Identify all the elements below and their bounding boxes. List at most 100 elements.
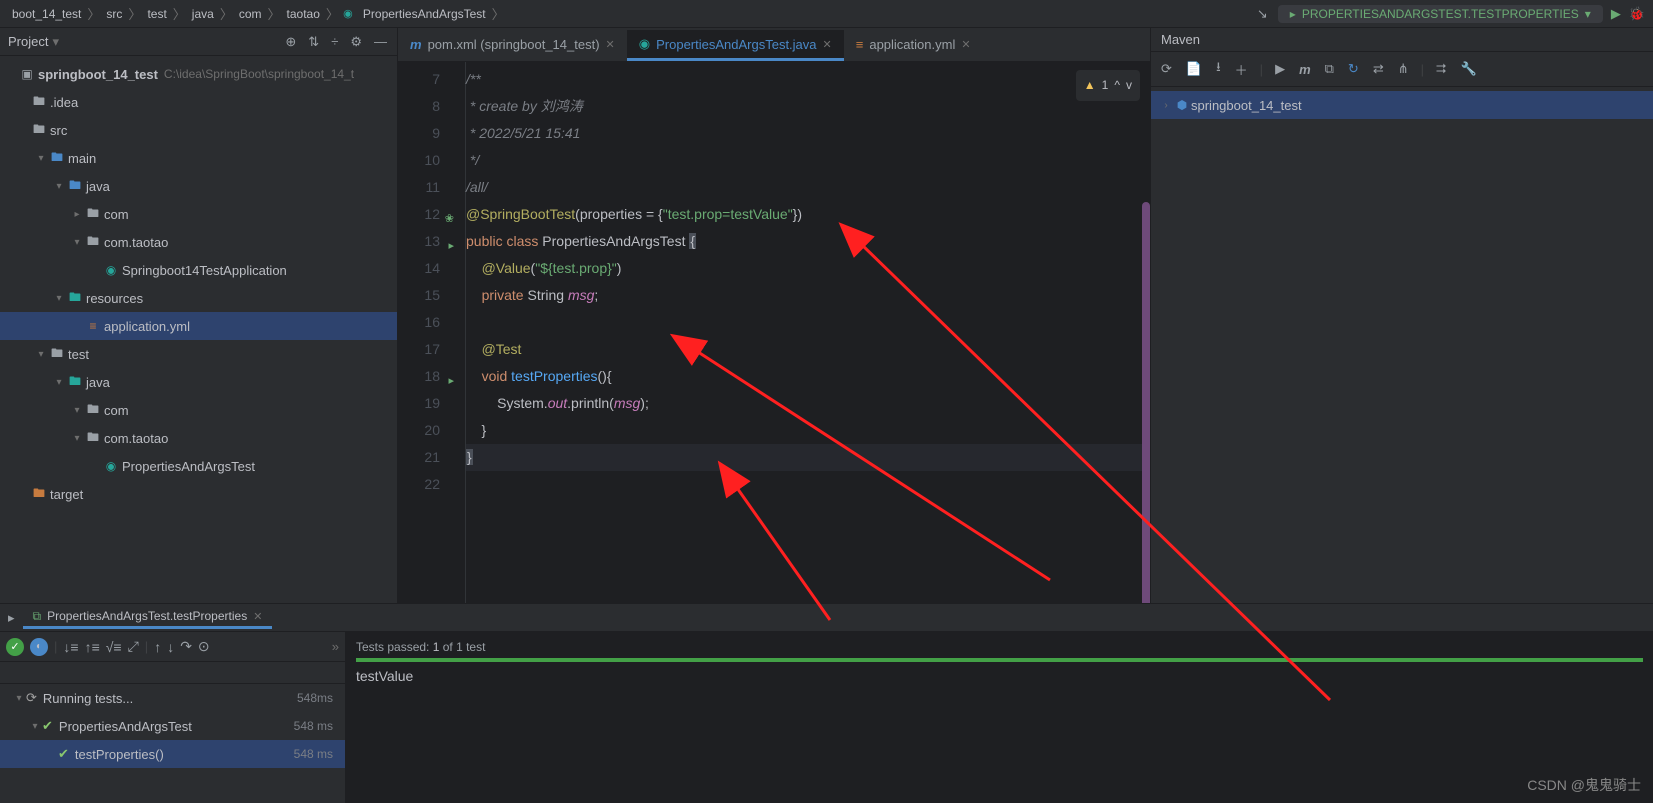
- folder-icon: 🖿: [84, 232, 102, 253]
- code-line[interactable]: @SpringBootTest(properties = {"test.prop…: [466, 201, 1150, 228]
- export-icon[interactable]: ↷: [180, 638, 192, 655]
- debug-button[interactable]: 🐞: [1629, 6, 1645, 22]
- code-line[interactable]: public class PropertiesAndArgsTest {: [466, 228, 1150, 255]
- close-icon[interactable]: ✕: [253, 610, 262, 623]
- close-icon[interactable]: ✕: [823, 38, 832, 51]
- chevron-down-icon[interactable]: v: [1126, 72, 1132, 99]
- tree-item[interactable]: ▾🖿com.taotao: [0, 228, 397, 256]
- run-tab[interactable]: ⧉ PropertiesAndArgsTest.testProperties ✕: [23, 607, 273, 629]
- test-output[interactable]: Tests passed: 1 of 1 test testValue: [346, 632, 1653, 803]
- gear-icon[interactable]: ⚙: [348, 32, 364, 52]
- test-row[interactable]: ▾⟳Running tests...548ms: [0, 684, 345, 712]
- test-row[interactable]: ▾✔PropertiesAndArgsTest548 ms: [0, 712, 345, 740]
- tree-item[interactable]: ▾🖿java: [0, 172, 397, 200]
- hide-icon[interactable]: —: [372, 32, 389, 51]
- tree-item[interactable]: ▾🖿com: [0, 396, 397, 424]
- more-icon[interactable]: »: [332, 639, 339, 654]
- project-header-label[interactable]: Project: [8, 34, 48, 49]
- sort-down-icon[interactable]: ↓≡: [63, 639, 78, 655]
- tree-item[interactable]: ▾🖿resources: [0, 284, 397, 312]
- chevron-down-icon[interactable]: ▾: [48, 34, 59, 50]
- tree-item[interactable]: ▾🖿com.taotao: [0, 424, 397, 452]
- tree-item[interactable]: ▾🖿test: [0, 340, 397, 368]
- inspections-widget[interactable]: ▲ 1 ^ v: [1076, 70, 1140, 101]
- toggle-offline-icon[interactable]: ⧉: [1323, 59, 1336, 79]
- code-line[interactable]: /all/: [466, 174, 1150, 201]
- maven-project-row[interactable]: › ⬢ springboot_14_test: [1151, 91, 1653, 119]
- toggle-auto-icon[interactable]: ◐: [30, 638, 48, 656]
- code-line[interactable]: @Test: [466, 336, 1150, 363]
- code-line[interactable]: @Value("${test.prop}"): [466, 255, 1150, 282]
- expand-icon[interactable]: ⇅: [306, 32, 321, 52]
- chevron-up-icon[interactable]: ^: [1114, 72, 1120, 99]
- rerun-tests-icon[interactable]: ✓: [6, 638, 24, 656]
- run-config-selector[interactable]: ▸ PROPERTIESANDARGSTEST.TESTPROPERTIES ▾: [1278, 5, 1603, 23]
- code-line[interactable]: /**: [466, 66, 1150, 93]
- tree-item[interactable]: 🖿src: [0, 116, 397, 144]
- run-gutter-icon[interactable]: ▸: [448, 368, 454, 395]
- breadcrumb-item[interactable]: PropertiesAndArgsTest: [359, 7, 490, 21]
- editor-tab[interactable]: ◉PropertiesAndArgsTest.java✕: [627, 30, 844, 61]
- skip-tests-icon[interactable]: ⇄: [1371, 59, 1386, 79]
- chevron-icon: ▾: [70, 237, 84, 248]
- scrollbar-marker[interactable]: [1142, 202, 1150, 603]
- add-icon[interactable]: ＋: [1233, 58, 1250, 81]
- tree-item[interactable]: 🖿target: [0, 480, 397, 508]
- filter-icon[interactable]: √≡: [106, 639, 122, 655]
- project-root[interactable]: ▣ springboot_14_test C:\idea\SpringBoot\…: [0, 60, 397, 88]
- tree-item[interactable]: ▸🖿com: [0, 200, 397, 228]
- next-icon[interactable]: ↓: [167, 639, 174, 655]
- reload-icon[interactable]: ⟳: [1159, 59, 1174, 79]
- prev-icon[interactable]: ↑: [154, 639, 161, 655]
- code-line[interactable]: * 2022/5/21 15:41: [466, 120, 1150, 147]
- test-row[interactable]: ✔testProperties()548 ms: [0, 740, 345, 768]
- code-line[interactable]: private String msg;: [466, 282, 1150, 309]
- breadcrumb-item[interactable]: taotao: [283, 7, 324, 21]
- collapse-all-icon[interactable]: ⮆: [1434, 59, 1448, 79]
- code-line[interactable]: * create by 刘鸿涛: [466, 93, 1150, 120]
- history-icon[interactable]: ⊙: [198, 638, 210, 655]
- warning-count: 1: [1102, 72, 1109, 99]
- generate-icon[interactable]: 📄: [1184, 59, 1204, 79]
- code-line[interactable]: System.out.println(msg);: [466, 390, 1150, 417]
- run-button[interactable]: ▶: [1611, 6, 1621, 22]
- breadcrumb-item[interactable]: com: [235, 7, 266, 21]
- breadcrumb-item[interactable]: src: [102, 7, 126, 21]
- run-gutter-icon[interactable]: ▸: [448, 233, 454, 260]
- cycle-icon[interactable]: ↻: [1346, 59, 1361, 79]
- expand-all-icon[interactable]: ⤢: [128, 638, 139, 655]
- tree-item[interactable]: ▾🖿main: [0, 144, 397, 172]
- chevron-icon: ▾: [34, 153, 48, 164]
- breadcrumb-item[interactable]: java: [188, 7, 218, 21]
- editor-body[interactable]: 789101112❀13▸1415161718▸19202122 ▲ 1 ^ v…: [398, 62, 1150, 603]
- tree-item[interactable]: ▾🖿java: [0, 368, 397, 396]
- maven-m-icon[interactable]: m: [1297, 60, 1313, 79]
- collapse-icon[interactable]: ÷: [329, 32, 340, 51]
- code-line[interactable]: [466, 309, 1150, 336]
- locate-icon[interactable]: ⊕: [283, 32, 298, 52]
- settings-icon[interactable]: 🔧: [1458, 59, 1478, 79]
- build-icon[interactable]: ↘: [1255, 4, 1270, 24]
- close-icon[interactable]: ✕: [606, 38, 615, 51]
- tree-item[interactable]: ≡application.yml: [0, 312, 397, 340]
- tree-item[interactable]: 🖿.idea: [0, 88, 397, 116]
- tree-item[interactable]: ◉Springboot14TestApplication: [0, 256, 397, 284]
- code-line[interactable]: [466, 471, 1150, 498]
- breadcrumb-item[interactable]: boot_14_test: [8, 7, 85, 21]
- code-line[interactable]: */: [466, 147, 1150, 174]
- close-icon[interactable]: ✕: [961, 38, 970, 51]
- tree-label: Springboot14TestApplication: [120, 263, 287, 278]
- editor-tab[interactable]: ≡application.yml✕: [844, 30, 983, 61]
- code-line[interactable]: }: [466, 444, 1150, 471]
- editor-tab[interactable]: mpom.xml (springboot_14_test)✕: [398, 30, 627, 61]
- code-line[interactable]: }: [466, 417, 1150, 444]
- run-maven-icon[interactable]: ▶: [1273, 59, 1287, 79]
- code-line[interactable]: void testProperties(){: [466, 363, 1150, 390]
- breadcrumb-item[interactable]: test: [143, 7, 170, 21]
- show-deps-icon[interactable]: ⋔: [1396, 59, 1411, 79]
- sort-up-icon[interactable]: ↑≡: [85, 639, 100, 655]
- folder-icon: 🖿: [48, 344, 66, 365]
- tree-item[interactable]: ◉PropertiesAndArgsTest: [0, 452, 397, 480]
- download-icon[interactable]: ⭳: [1214, 56, 1223, 82]
- code[interactable]: ▲ 1 ^ v /** * create by 刘鸿涛 * 2022/5/21 …: [466, 62, 1150, 603]
